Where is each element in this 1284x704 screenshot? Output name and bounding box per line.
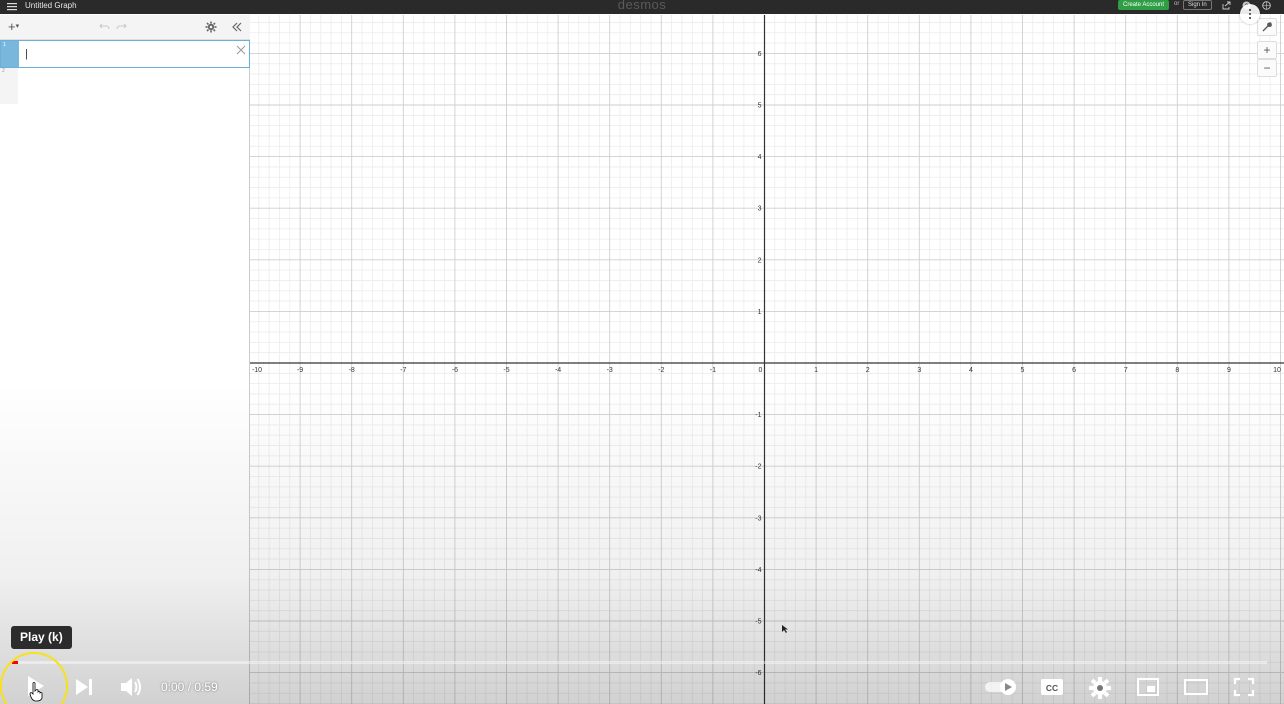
expression-list-panel: +▾ 1 | 2 [0, 15, 250, 704]
x-tick-label: -10 [252, 367, 262, 374]
delete-expression-icon[interactable] [236, 45, 246, 55]
hand-cursor-icon [29, 682, 43, 702]
x-tick-label: 7 [1124, 367, 1128, 374]
theater-mode-icon[interactable] [1183, 678, 1209, 696]
x-tick-label: 2 [866, 367, 870, 374]
video-progress-bar[interactable] [12, 661, 1267, 664]
expression-number-tab[interactable]: 1 [1, 41, 19, 67]
y-tick-label: -5 [755, 619, 761, 626]
next-video-icon[interactable] [74, 677, 94, 697]
graph-canvas[interactable]: -10 -9 -8 -7 -6 -5 -4 -3 -2 -1 0 1 2 3 4 5 6 7 8 9 10654321-… [250, 15, 1284, 704]
create-account-button[interactable]: Create Account [1118, 0, 1170, 10]
x-tick-label: 9 [1227, 367, 1231, 374]
autoplay-toggle-icon[interactable] [984, 678, 1020, 696]
x-tick-label: -4 [555, 367, 561, 374]
share-icon[interactable] [1222, 1, 1231, 10]
y-tick-label: -1 [755, 412, 761, 419]
y-tick-label: 5 [758, 103, 762, 110]
x-tick-label: 1 [814, 367, 818, 374]
player-controls: 0:00 / 0:59 CC [0, 668, 1284, 704]
x-tick-label: 5 [1021, 367, 1025, 374]
sign-in-button[interactable]: Sign In [1183, 0, 1212, 10]
x-tick-label: -9 [297, 367, 303, 374]
undo-icon[interactable] [99, 22, 110, 31]
or-label: or [1174, 1, 1180, 7]
settings-gear-icon[interactable] [1088, 676, 1112, 700]
settings-gear-icon[interactable] [205, 21, 217, 33]
redo-icon[interactable] [116, 22, 127, 31]
y-tick-label: 4 [758, 154, 762, 161]
time-separator: / [184, 680, 195, 694]
expression-input[interactable] [25, 45, 225, 63]
screen: Untitled Graph desmos Create Account or … [0, 0, 1284, 704]
y-tick-label: -3 [755, 515, 761, 522]
wrench-icon [1262, 22, 1272, 32]
closed-captions-icon[interactable]: CC [1040, 677, 1064, 697]
expression-number: 2 [2, 68, 5, 74]
y-tick-label: 3 [758, 206, 762, 213]
more-vertical-icon [1249, 9, 1251, 19]
top-bar: Untitled Graph desmos Create Account or … [0, 0, 1284, 14]
volume-icon[interactable] [119, 676, 143, 698]
mouse-pointer-icon [782, 625, 788, 633]
collapse-panel-icon[interactable] [230, 20, 244, 34]
time-display: 0:00 / 0:59 [161, 680, 218, 694]
x-tick-label: -1 [710, 367, 716, 374]
time-total: 0:59 [194, 680, 218, 694]
y-tick-label: 6 [758, 51, 762, 58]
expression-toolbar: +▾ [0, 15, 250, 40]
x-tick-label: -5 [503, 367, 509, 374]
time-current: 0:00 [161, 680, 185, 694]
graph-title[interactable]: Untitled Graph [25, 1, 77, 10]
x-tick-label: 8 [1175, 367, 1179, 374]
language-globe-icon[interactable] [1262, 1, 1271, 10]
x-tick-label: 6 [1072, 367, 1076, 374]
zoom-out-button[interactable]: − [1257, 59, 1277, 77]
miniplayer-icon[interactable] [1136, 677, 1160, 697]
graph-tools: + − [1257, 18, 1279, 80]
expression-row-1[interactable]: 1 [0, 40, 250, 68]
x-tick-label: -7 [400, 367, 406, 374]
add-caret-label: ▾ [15, 23, 20, 30]
progress-played [12, 661, 19, 664]
graph-settings-wrench-button[interactable] [1257, 18, 1277, 36]
x-tick-label: 10 [1273, 367, 1281, 374]
more-options-button[interactable] [1240, 4, 1260, 24]
y-tick-label: -2 [755, 464, 761, 471]
graph-paper[interactable]: -10 -9 -8 -7 -6 -5 -4 -3 -2 -1 0 1 2 3 4 5 6 7 8 9 10 6 5 4 3 2 1-… [250, 15, 1284, 704]
expression-row-2[interactable]: 2 [0, 68, 18, 104]
y-tick-label: -4 [755, 567, 761, 574]
x-tick-label: 3 [917, 367, 921, 374]
play-tooltip: Play (k) [11, 626, 72, 649]
add-item-button[interactable]: +▾ [8, 20, 28, 34]
desmos-logo: desmos [617, 0, 667, 12]
x-tick-label: -6 [452, 367, 458, 374]
fullscreen-icon[interactable] [1233, 677, 1255, 697]
x-tick-label: -3 [607, 367, 613, 374]
x-tick-label: 4 [969, 367, 973, 374]
x-tick-label: -2 [658, 367, 664, 374]
y-tick-label: 2 [758, 257, 762, 264]
expression-number: 1 [3, 42, 6, 48]
hamburger-menu-icon[interactable] [7, 2, 17, 11]
add-plus-label: + [8, 19, 16, 34]
svg-text:CC: CC [1046, 683, 1058, 693]
x-tick-label: -8 [349, 367, 355, 374]
y-tick-label: 1 [758, 309, 762, 316]
zoom-in-button[interactable]: + [1257, 41, 1277, 59]
x-tick-label: 0 [759, 367, 763, 374]
